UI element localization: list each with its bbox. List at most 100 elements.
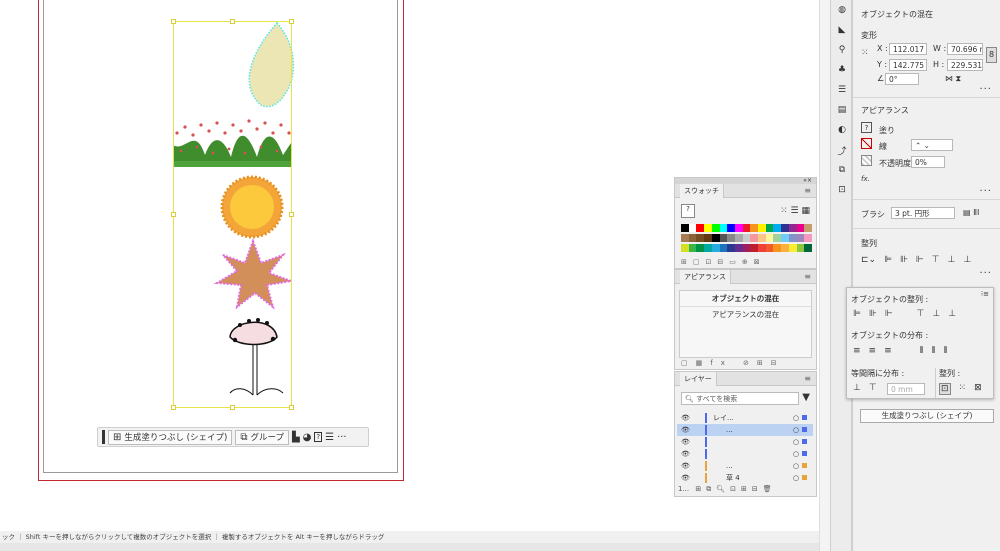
align-icon[interactable]: ▙ <box>292 432 300 443</box>
group-button[interactable]: ⧉ グループ <box>235 429 289 445</box>
more-options-button[interactable]: ··· <box>337 432 347 443</box>
align-to-buttons[interactable]: ⊡ ⁙ ⊠ <box>939 383 982 395</box>
visibility-eye-icon[interactable]: 👁︎ <box>681 412 690 424</box>
artboards-icon[interactable]: ⊡ <box>831 180 853 200</box>
object-align-buttons[interactable]: ⊫ ⊪ ⊩ ⊤ ⊥ ⊥ <box>853 309 956 319</box>
vertical-scrollbar[interactable] <box>819 0 830 551</box>
layer-row[interactable]: 👁︎ ○ <box>677 436 813 448</box>
layer-row[interactable]: 👁︎ 草 4 ○ <box>677 472 813 484</box>
resize-handle-top-left[interactable] <box>171 19 176 24</box>
object-distribute-buttons[interactable]: ≡ ≡ ≡ ⦀ ⦀ ⦀ <box>853 346 948 356</box>
visibility-eye-icon[interactable]: 👁︎ <box>681 448 690 460</box>
target-circle-icon[interactable]: ○ <box>793 472 799 484</box>
color-swatch[interactable] <box>804 244 813 252</box>
generative-fill-button[interactable]: ⊞ 生成塗りつぶし (シェイプ) <box>108 429 233 445</box>
drag-grip-icon[interactable] <box>102 430 105 444</box>
flip-icons[interactable]: ⋈ ⧗ <box>945 74 961 84</box>
resize-handle-bottom-left[interactable] <box>171 405 176 410</box>
y-field[interactable]: 142.775 <box>889 59 927 71</box>
selection-indicator[interactable] <box>802 439 807 444</box>
layer-row[interactable]: 👁︎ ○ <box>677 448 813 460</box>
target-circle-icon[interactable]: ○ <box>793 424 799 436</box>
club-icon[interactable]: ♣ <box>831 60 853 80</box>
target-circle-icon[interactable]: ○ <box>793 448 799 460</box>
fill-swatch-icon[interactable]: ? <box>861 122 872 133</box>
visibility-eye-icon[interactable]: 👁︎ <box>681 460 690 472</box>
stroke-swatch-icon[interactable] <box>861 138 872 149</box>
appearance-row-object-mixed[interactable]: オブジェクトの混在 <box>680 291 811 307</box>
resize-handle-top-right[interactable] <box>289 19 294 24</box>
selection-indicator[interactable] <box>802 427 807 432</box>
libraries-icon[interactable]: ⚲ <box>831 40 853 60</box>
color-swatch[interactable] <box>804 234 813 242</box>
resize-handle-top[interactable] <box>230 19 235 24</box>
spacing-field[interactable]: 0 mm <box>887 383 925 395</box>
align-vcenter-icon: ⊥ <box>947 255 956 265</box>
unknown-fill-icon[interactable]: ? <box>314 432 323 442</box>
selection-indicator[interactable] <box>802 415 807 420</box>
visibility-eye-icon[interactable]: 👁︎ <box>681 424 690 436</box>
more-options-button[interactable]: ··· <box>979 186 992 197</box>
constrain-proportions-icon[interactable]: 8 <box>986 47 997 63</box>
transparency-icon[interactable]: ◐ <box>831 120 853 140</box>
resize-handle-left[interactable] <box>171 212 176 217</box>
horizontal-scrollbar[interactable] <box>0 543 820 551</box>
fx-button[interactable]: fx. <box>861 175 870 183</box>
popover-menu-icon[interactable]: ⁝≡ <box>981 290 989 298</box>
h-field[interactable]: 229.531 <box>947 59 983 71</box>
lines-icon[interactable]: ☰ <box>831 80 853 100</box>
x-field[interactable]: 112.017 <box>889 43 927 55</box>
selection-bounding-box[interactable] <box>171 19 294 410</box>
selection-indicator[interactable] <box>802 475 807 480</box>
visibility-eye-icon[interactable]: 👁︎ <box>681 436 690 448</box>
swatch-footer-icons[interactable]: ⊞▢⊡⊟▭⊕⊠ <box>681 258 766 266</box>
brush-library-icons[interactable]: ▤ ⅡⅠ <box>963 208 979 217</box>
resize-handle-right[interactable] <box>289 212 294 217</box>
panel-menu-icon[interactable]: ≡ <box>804 372 811 386</box>
filter-icon[interactable]: ▼ <box>802 392 810 403</box>
brush-select[interactable]: 3 pt. 円形 <box>891 207 955 219</box>
link-icon[interactable]: ⧉ <box>831 160 853 180</box>
target-circle-icon[interactable]: ○ <box>793 460 799 472</box>
tab-swatches[interactable]: スウォッチ <box>680 184 724 198</box>
resize-handle-bottom[interactable] <box>230 405 235 410</box>
tab-appearance[interactable]: アピアランス <box>680 270 731 284</box>
opacity-label[interactable]: 不透明度 <box>879 158 911 169</box>
fill-icon[interactable]: ◣ <box>831 20 853 40</box>
fill-stroke-icon[interactable]: ? <box>681 204 695 218</box>
generative-fill-shape-button[interactable]: 生成塗りつぶし (シェイプ) <box>860 409 994 423</box>
stroke-weight-field[interactable]: ⌃ ⌄ <box>911 139 953 151</box>
panel-menu-icon[interactable]: ≡ <box>804 270 811 284</box>
color-swatch[interactable] <box>804 224 813 232</box>
appearance-footer-icons[interactable]: ▢▦fx ⊘⊞⊟ <box>681 359 785 367</box>
export-icon[interactable]: ⤴ <box>831 140 853 160</box>
layer-row[interactable]: 👁︎... ○ <box>677 460 813 472</box>
more-options-button[interactable]: ··· <box>979 268 992 279</box>
angle-field[interactable]: 0° <box>885 73 919 85</box>
layer-row[interactable]: 👁︎... ○ <box>677 424 813 436</box>
layers-search-input[interactable]: 🔍︎ すべてを検索 <box>681 392 799 405</box>
recolor-icon[interactable]: ◕ <box>303 432 312 443</box>
appearance-row-appearance-mixed[interactable]: アピアランスの混在 <box>680 307 811 322</box>
selection-indicator[interactable] <box>802 463 807 468</box>
reference-point-icon[interactable]: ⁙ <box>861 48 869 58</box>
resize-handle-bottom-right[interactable] <box>289 405 294 410</box>
visibility-eye-icon[interactable]: 👁︎ <box>681 472 690 484</box>
color-icon[interactable]: ◍ <box>831 0 853 20</box>
panel-menu-icon[interactable]: ≡ <box>804 184 811 198</box>
selection-indicator[interactable] <box>802 451 807 456</box>
gradient-icon[interactable]: ▤ <box>831 100 853 120</box>
distribute-spacing-buttons[interactable]: ⊥ ⊤ <box>853 383 877 393</box>
opacity-field[interactable]: 0% <box>911 156 945 168</box>
align-buttons-row[interactable]: ⊏⌄ ⊫ ⊪ ⊩ ⊤ ⊥ ⊥ <box>861 255 971 265</box>
menu-lines-icon[interactable]: ☰ <box>325 432 334 443</box>
target-circle-icon[interactable]: ○ <box>793 436 799 448</box>
tab-layers[interactable]: レイヤー <box>680 372 717 386</box>
layers-footer-icons[interactable]: ⊞⧉🔍︎⊡⊞⊟🗑︎ <box>695 485 776 493</box>
layer-row[interactable]: 👁︎ レイ... ○ <box>677 412 813 424</box>
w-field[interactable]: 70.696 r <box>947 43 983 55</box>
more-options-button[interactable]: ··· <box>979 84 992 95</box>
swatch-grid[interactable] <box>681 224 813 254</box>
target-circle-icon[interactable]: ○ <box>793 412 799 424</box>
view-mode-icons[interactable]: ⁙ ☰ ▦ <box>780 206 810 216</box>
